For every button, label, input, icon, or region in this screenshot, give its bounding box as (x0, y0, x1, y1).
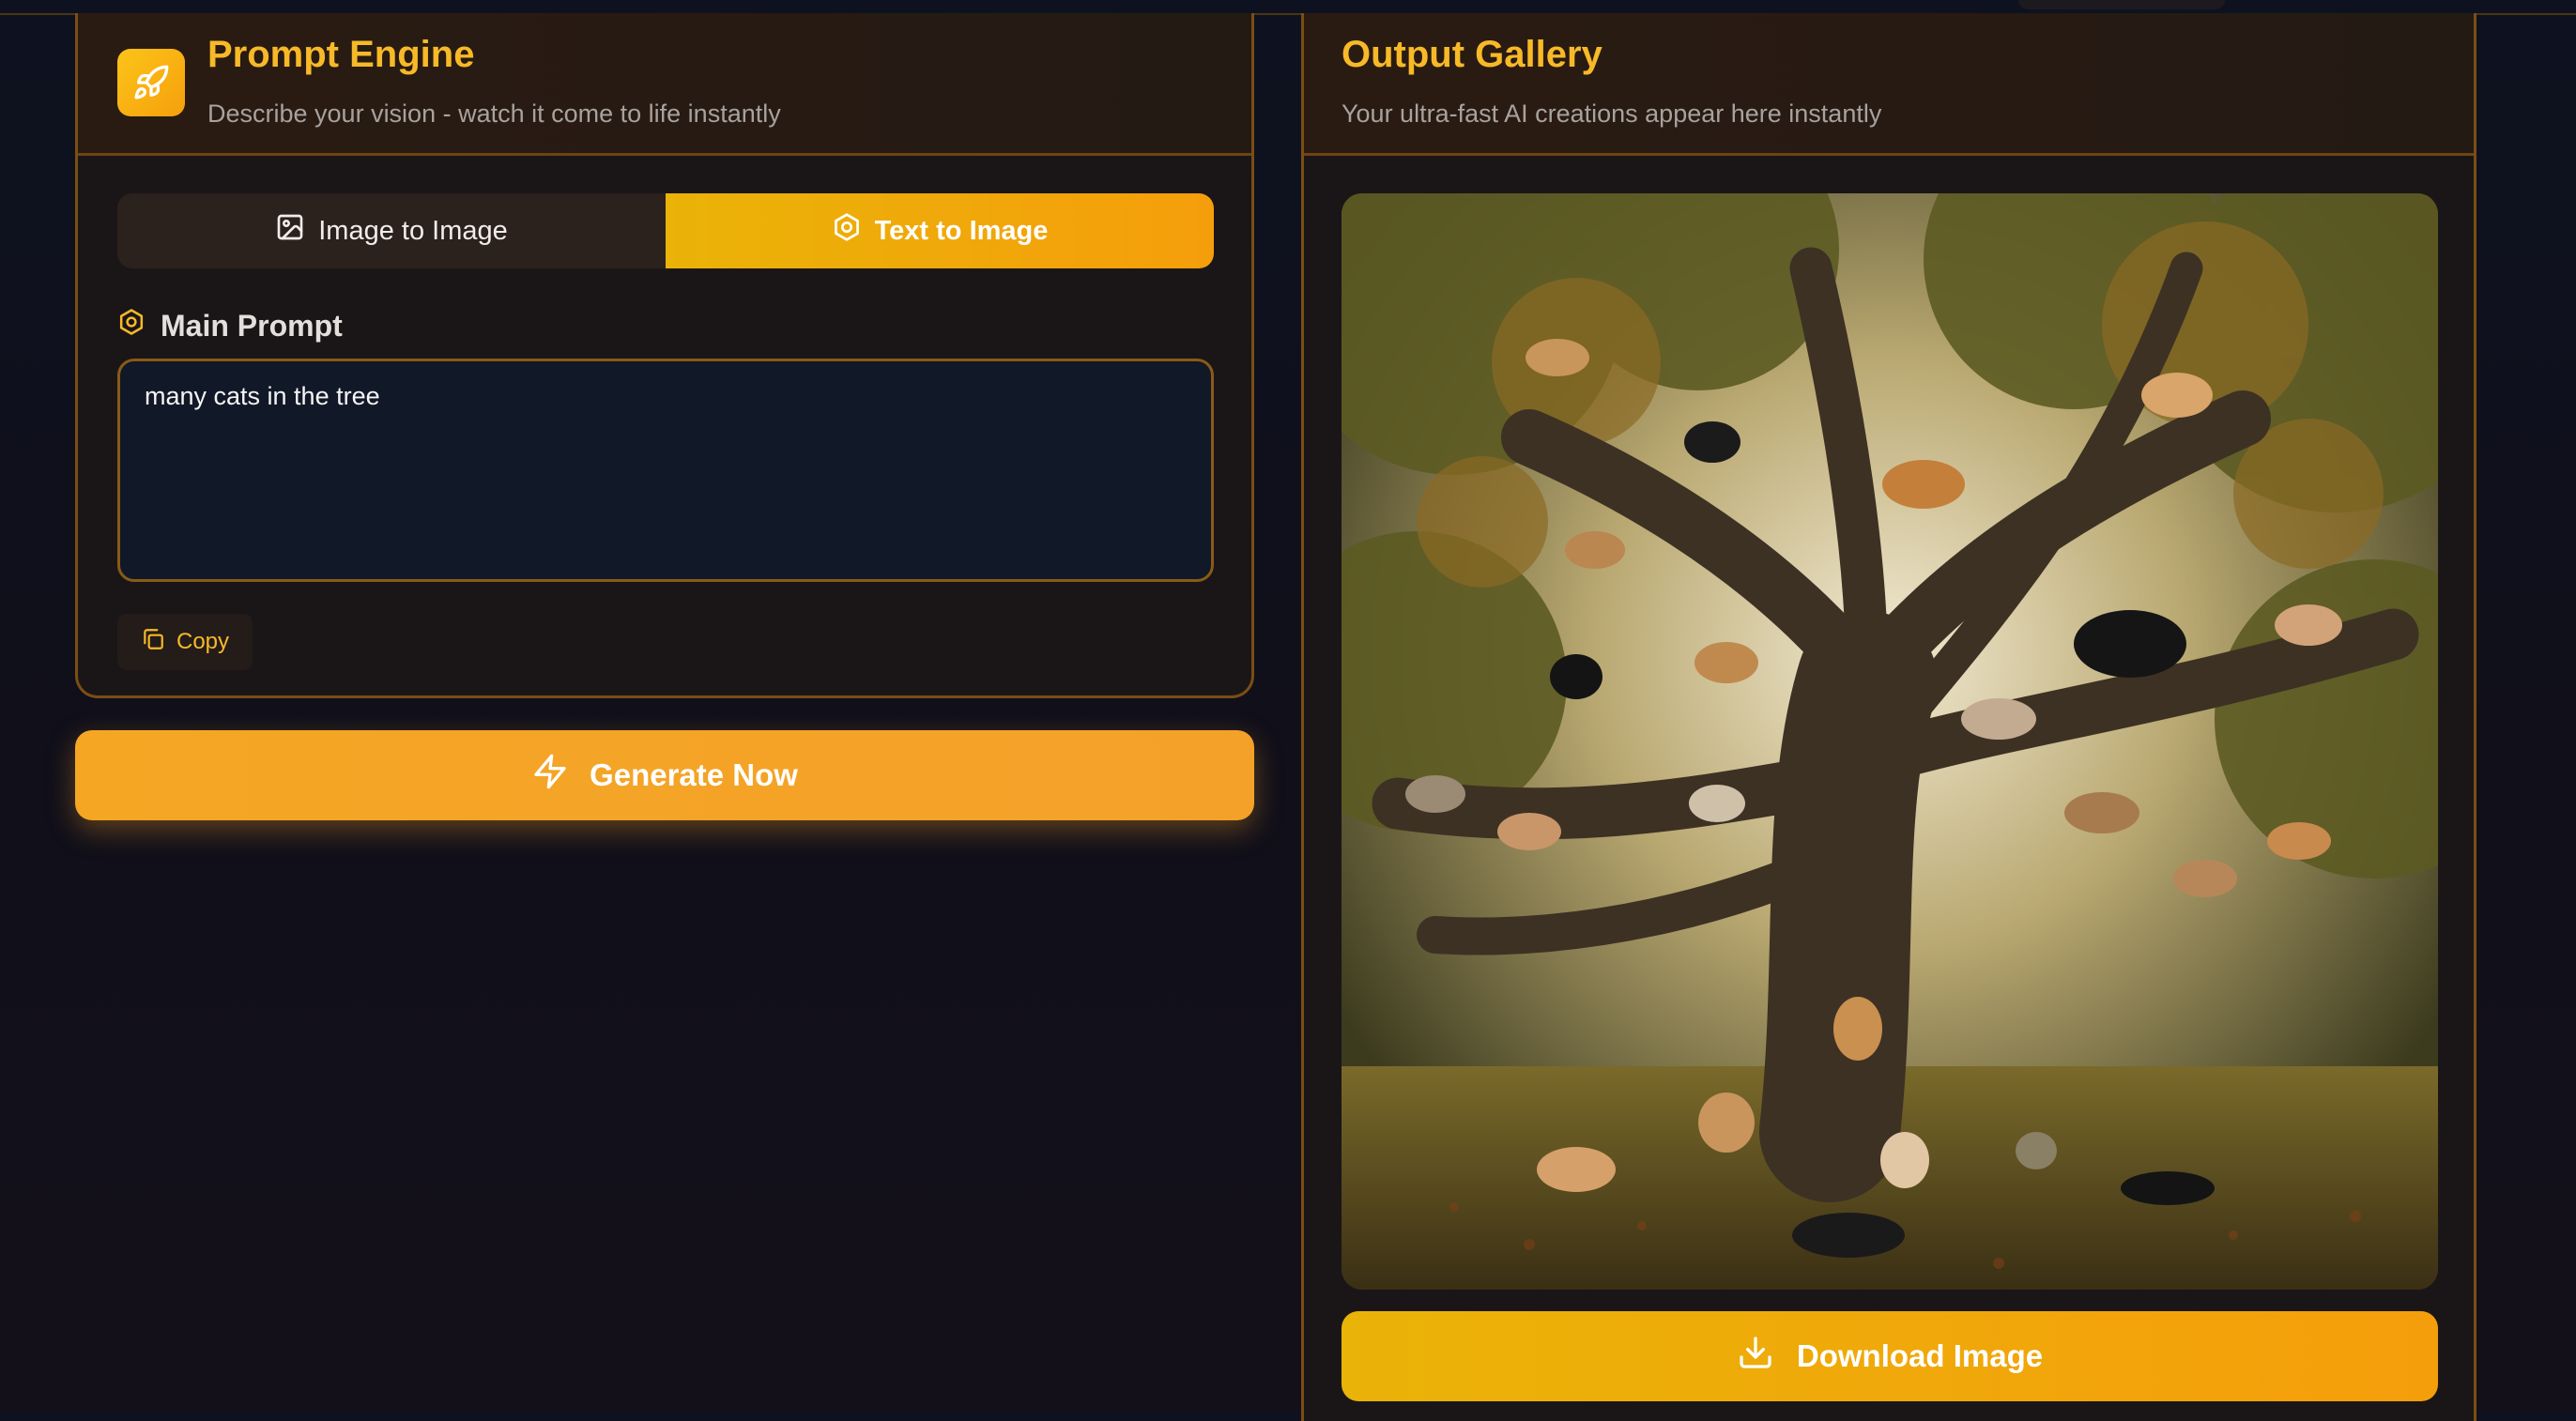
prompt-textarea[interactable]: many cats in the tree (117, 359, 1214, 582)
tab-text-to-image[interactable]: Text to Image (666, 193, 1214, 268)
output-gallery-panel: Output Gallery Your ultra-fast AI creati… (1301, 13, 2476, 1421)
panel-subtitle: Describe your vision - watch it come to … (207, 99, 781, 128)
copy-button[interactable]: Copy (117, 614, 253, 670)
generate-label: Generate Now (590, 757, 798, 792)
image-icon (275, 212, 305, 250)
copy-label: Copy (176, 629, 230, 654)
generate-button[interactable]: Generate Now (75, 730, 1254, 820)
rocket-icon (117, 49, 185, 116)
prompt-engine-panel: Prompt Engine Describe your vision - wat… (75, 13, 1254, 698)
top-tab-glow (2018, 0, 2225, 9)
download-icon (1737, 1334, 1774, 1379)
download-label: Download Image (1796, 1338, 2044, 1373)
hexagon-icon (832, 212, 862, 250)
panel-title: Output Gallery (1342, 34, 1602, 75)
copy-icon (141, 627, 165, 658)
mode-tabs: Image to Image Text to Image (117, 193, 1214, 268)
main-prompt-label: Main Prompt (117, 308, 343, 344)
tab-label: Image to Image (318, 215, 508, 246)
panel-title: Prompt Engine (207, 34, 475, 75)
tab-label: Text to Image (874, 215, 1049, 246)
prompt-engine-header: Prompt Engine Describe your vision - wat… (78, 13, 1251, 156)
section-title: Main Prompt (161, 308, 343, 343)
panel-subtitle: Your ultra-fast AI creations appear here… (1342, 99, 1882, 128)
hexagon-icon (117, 308, 146, 344)
tab-image-to-image[interactable]: Image to Image (117, 193, 666, 268)
generated-image[interactable] (1342, 193, 2438, 1290)
zap-icon (531, 753, 569, 798)
output-gallery-header: Output Gallery Your ultra-fast AI creati… (1304, 13, 2474, 156)
download-button[interactable]: Download Image (1342, 1311, 2438, 1401)
